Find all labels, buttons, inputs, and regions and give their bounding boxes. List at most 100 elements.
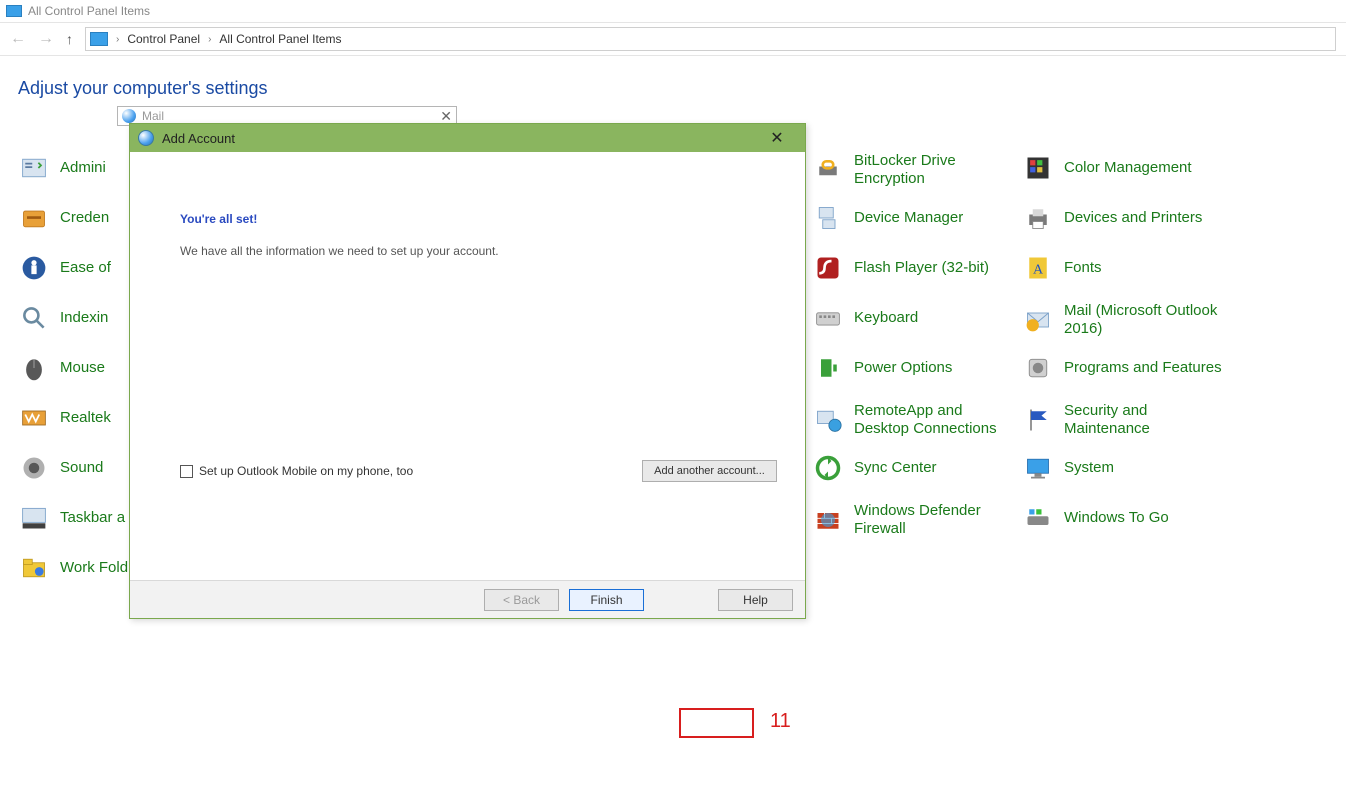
system-icon — [1022, 452, 1054, 484]
confirm-heading: You're all set! — [180, 212, 257, 226]
chevron-right-icon: › — [208, 34, 211, 45]
cp-item-flash-player[interactable]: Flash Player (32-bit) — [812, 252, 989, 284]
cp-item-system[interactable]: System — [1022, 452, 1114, 484]
back-icon[interactable]: ← — [10, 31, 26, 47]
admin-tools-icon — [18, 152, 50, 184]
outlook-mobile-checkbox-row[interactable]: Set up Outlook Mobile on my phone, too — [180, 464, 413, 478]
device-manager-icon — [812, 202, 844, 234]
credential-icon — [18, 202, 50, 234]
cp-item-label: Devices and Printers — [1064, 209, 1202, 227]
cp-item-indexing[interactable]: Indexin — [18, 302, 108, 334]
up-icon[interactable]: ↑ — [66, 31, 73, 47]
cp-item-power-options[interactable]: Power Options — [812, 352, 952, 384]
cp-item-keyboard[interactable]: Keyboard — [812, 302, 918, 334]
programs-icon — [1022, 352, 1054, 384]
indexing-icon — [18, 302, 50, 334]
cp-item-ease-of-access[interactable]: Ease of — [18, 252, 111, 284]
mouse-icon — [18, 352, 50, 384]
cp-item-label: Taskbar a — [60, 509, 125, 527]
cp-item-bitlocker[interactable]: BitLocker Drive Encryption — [812, 152, 1012, 188]
cp-item-label: Mouse — [60, 359, 105, 377]
bitlocker-icon — [812, 154, 844, 186]
dialog-footer: < Back Finish Help — [130, 580, 805, 618]
cp-item-credential-manager[interactable]: Creden — [18, 202, 109, 234]
confirm-subtext: We have all the information we need to s… — [180, 244, 499, 258]
cp-item-label: Ease of — [60, 259, 111, 277]
flag-icon — [1022, 404, 1054, 436]
cp-item-work-folders[interactable]: Work Fold — [18, 552, 128, 584]
cp-item-fonts[interactable]: A Fonts — [1022, 252, 1102, 284]
forward-icon[interactable]: → — [38, 31, 54, 47]
close-icon[interactable]: ✕ — [440, 108, 452, 125]
cp-item-label: Keyboard — [854, 309, 918, 327]
cp-item-label: Power Options — [854, 359, 952, 377]
printer-icon — [1022, 202, 1054, 234]
nav-bar: ← → ↑ › Control Panel › All Control Pane… — [0, 22, 1346, 56]
cp-item-device-manager[interactable]: Device Manager — [812, 202, 963, 234]
cp-item-sound[interactable]: Sound — [18, 452, 103, 484]
cp-item-mail-outlook[interactable]: Mail (Microsoft Outlook 2016) — [1022, 302, 1222, 338]
mail-window-title: Mail — [142, 109, 164, 123]
cp-item-label: System — [1064, 459, 1114, 477]
power-icon — [812, 352, 844, 384]
sound-icon — [18, 452, 50, 484]
remoteapp-icon — [812, 404, 844, 436]
cp-item-programs-features[interactable]: Programs and Features — [1022, 352, 1222, 384]
finish-button[interactable]: Finish — [569, 589, 644, 611]
annotation-highlight — [679, 708, 754, 738]
color-icon — [1022, 152, 1054, 184]
cp-item-security-maintenance[interactable]: Security and Maintenance — [1022, 402, 1222, 438]
window-titlebar: All Control Panel Items — [0, 0, 1346, 22]
svg-text:A: A — [1033, 262, 1044, 277]
cp-item-label: Creden — [60, 209, 109, 227]
dialog-titlebar[interactable]: Add Account ✕ — [130, 124, 805, 152]
cp-item-label: Windows Defender Firewall — [854, 502, 1012, 538]
cp-item-label: Flash Player (32-bit) — [854, 259, 989, 277]
control-panel-icon — [6, 5, 22, 17]
cp-item-admin-tools[interactable]: Admini — [18, 152, 106, 184]
ease-of-access-icon — [18, 252, 50, 284]
address-icon — [90, 32, 108, 46]
cp-item-realtek[interactable]: Realtek — [18, 402, 111, 434]
cp-item-label: Indexin — [60, 309, 108, 327]
window-title: All Control Panel Items — [28, 4, 150, 18]
add-another-account-button[interactable]: Add another account... — [642, 460, 777, 482]
windows-to-go-icon — [1022, 502, 1054, 534]
realtek-icon — [18, 402, 50, 434]
cp-item-label: Work Fold — [60, 559, 128, 577]
cp-item-label: Realtek — [60, 409, 111, 427]
cp-item-label: Windows To Go — [1064, 509, 1169, 527]
address-bar[interactable]: › Control Panel › All Control Panel Item… — [85, 27, 1336, 51]
cp-item-devices-printers[interactable]: Devices and Printers — [1022, 202, 1202, 234]
flash-icon — [812, 252, 844, 284]
keyboard-icon — [812, 302, 844, 334]
add-account-dialog: Add Account ✕ You're all set! We have al… — [129, 123, 806, 619]
close-icon[interactable]: ✕ — [757, 128, 797, 148]
back-button: < Back — [484, 589, 559, 611]
help-button[interactable]: Help — [718, 589, 793, 611]
cp-item-mouse[interactable]: Mouse — [18, 352, 105, 384]
firewall-icon — [812, 504, 844, 536]
taskbar-icon — [18, 502, 50, 534]
cp-item-label: Color Management — [1064, 159, 1192, 177]
work-folders-icon — [18, 552, 50, 584]
annotation-number: 11 — [770, 710, 791, 733]
cp-item-label: Fonts — [1064, 259, 1102, 277]
cp-item-windows-to-go[interactable]: Windows To Go — [1022, 502, 1169, 534]
chevron-right-icon: › — [116, 34, 119, 45]
cp-item-remoteapp[interactable]: RemoteApp and Desktop Connections — [812, 402, 1012, 438]
cp-item-taskbar[interactable]: Taskbar a — [18, 502, 125, 534]
breadcrumb-leaf[interactable]: All Control Panel Items — [219, 32, 341, 46]
fonts-icon: A — [1022, 252, 1054, 284]
cp-item-firewall[interactable]: Windows Defender Firewall — [812, 502, 1012, 538]
cp-item-sync-center[interactable]: Sync Center — [812, 452, 937, 484]
sync-icon — [812, 452, 844, 484]
cp-item-label: RemoteApp and Desktop Connections — [854, 402, 1012, 438]
checkbox-icon[interactable] — [180, 465, 193, 478]
breadcrumb-root[interactable]: Control Panel — [127, 32, 200, 46]
mail-icon — [1022, 304, 1054, 336]
cp-item-color-management[interactable]: Color Management — [1022, 152, 1192, 184]
cp-item-label: Admini — [60, 159, 106, 177]
dialog-title: Add Account — [162, 131, 235, 146]
checkbox-label: Set up Outlook Mobile on my phone, too — [199, 464, 413, 478]
